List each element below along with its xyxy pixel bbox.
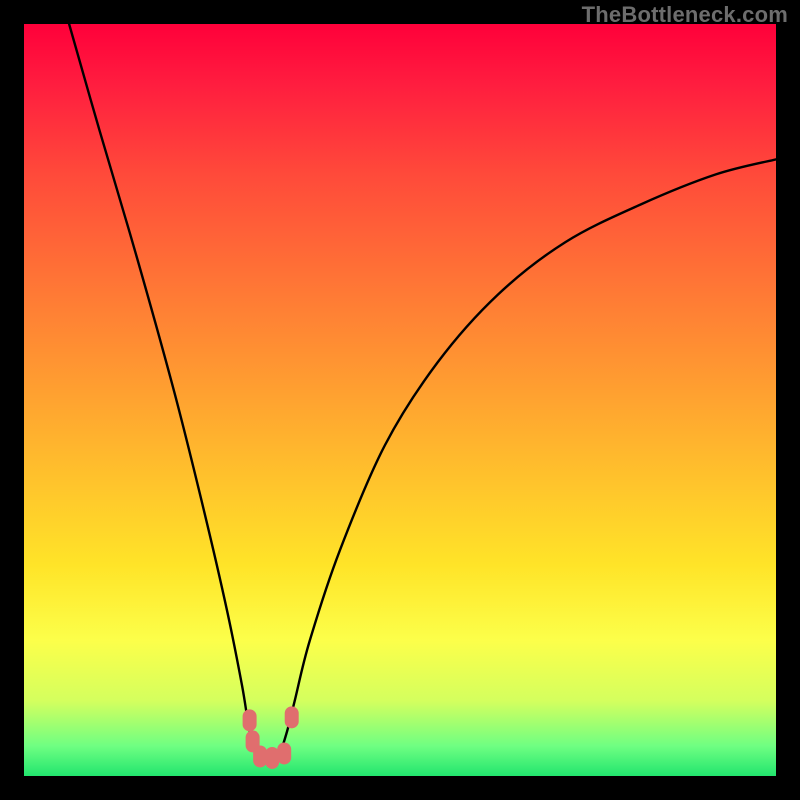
chart-frame: TheBottleneck.com — [0, 0, 800, 800]
curve-overlay — [24, 24, 776, 776]
left-marker-bot — [253, 745, 267, 767]
center-marker — [265, 747, 279, 769]
right-marker-top — [285, 706, 299, 728]
right-marker-bot — [277, 742, 291, 764]
left-marker-top — [243, 709, 257, 731]
marker-group — [243, 706, 299, 769]
plot-area — [24, 24, 776, 776]
bottleneck-curve — [69, 24, 776, 762]
